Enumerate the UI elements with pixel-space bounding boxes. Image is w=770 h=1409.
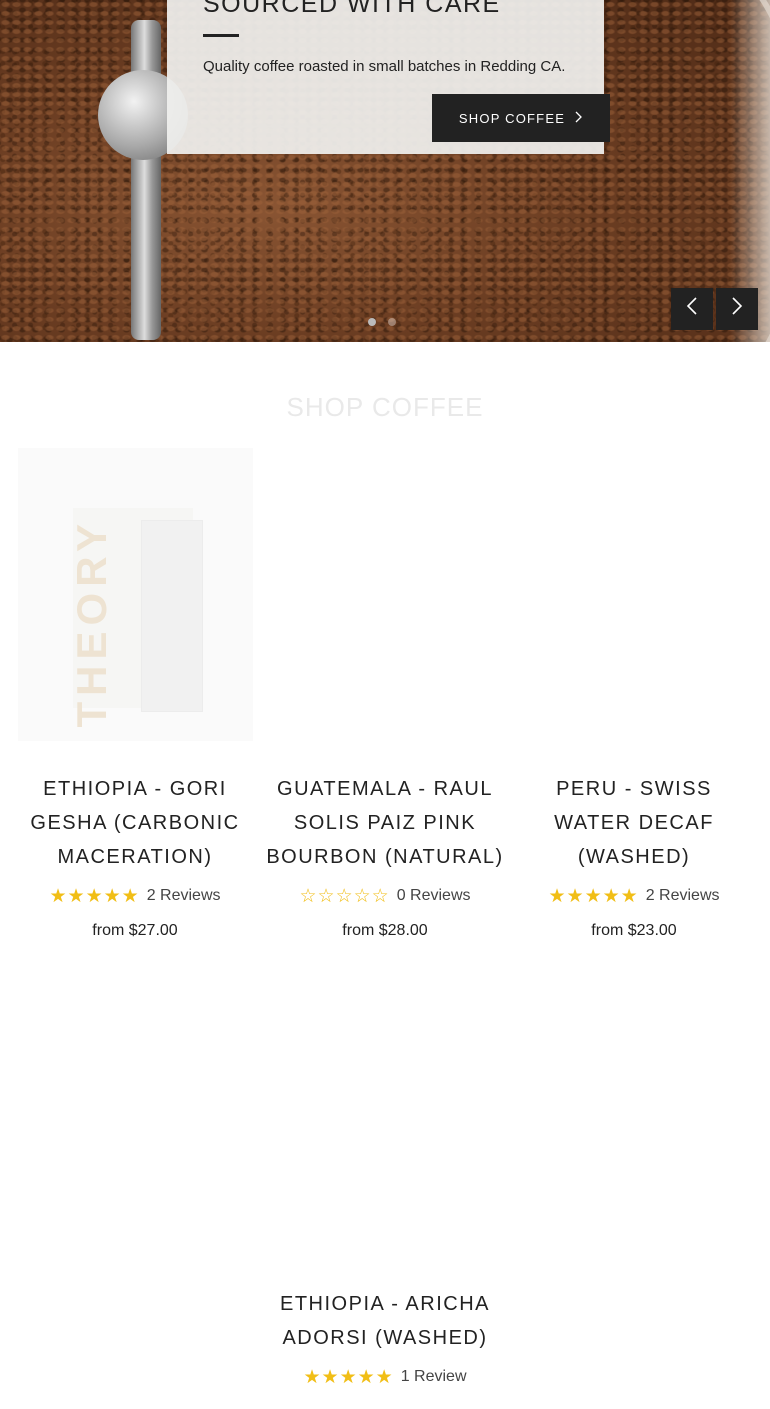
review-count[interactable]: 2 Reviews	[646, 887, 720, 905]
shop-coffee-button[interactable]: SHOP COFFEE	[432, 94, 610, 142]
star-icon: ★	[321, 1366, 339, 1388]
star-outline-icon: ☆	[317, 885, 335, 907]
star-icon: ★	[121, 885, 139, 907]
product-rating: ☆ ☆ ☆ ☆ ☆ 0 Reviews	[265, 880, 505, 912]
star-rating: ★ ★ ★ ★ ★	[49, 887, 138, 906]
product-card: ETHIOPIA - ARICHA ADORSI (WASHED) ★ ★ ★ …	[265, 1287, 505, 1393]
star-icon: ★	[103, 885, 121, 907]
hero-subtitle: Quality coffee roasted in small batches …	[203, 58, 566, 75]
bag-label	[141, 520, 203, 712]
star-outline-icon: ☆	[353, 885, 371, 907]
star-icon: ★	[566, 885, 584, 907]
star-icon: ★	[548, 885, 566, 907]
star-icon: ★	[85, 885, 103, 907]
product-rating: ★ ★ ★ ★ ★ 1 Review	[265, 1361, 505, 1393]
product-card: PERU - SWISS WATER DECAF (WASHED) ★ ★ ★ …	[514, 772, 754, 940]
slide-dot-2[interactable]	[388, 318, 396, 326]
slide-dot-1[interactable]	[368, 318, 376, 326]
hero-title: SOURCED WITH CARE	[203, 0, 501, 18]
product-rating: ★ ★ ★ ★ ★ 2 Reviews	[15, 880, 255, 912]
product-price: from $23.00	[591, 922, 677, 939]
star-rating: ★ ★ ★ ★ ★	[303, 1368, 392, 1387]
star-icon: ★	[620, 885, 638, 907]
product-title[interactable]: GUATEMALA - RAUL SOLIS PAIZ PINK BOURBON…	[265, 772, 505, 874]
product-title[interactable]: ETHIOPIA - GORI GESHA (CARBONIC MACERATI…	[15, 772, 255, 874]
star-icon: ★	[49, 885, 67, 907]
chevron-left-icon	[686, 297, 698, 321]
chevron-right-icon	[575, 110, 583, 126]
star-outline-icon: ☆	[335, 885, 353, 907]
star-outline-icon: ☆	[299, 885, 317, 907]
product-price: from $27.00	[92, 922, 178, 939]
product-rating: ★ ★ ★ ★ ★ 2 Reviews	[514, 880, 754, 912]
product-image-1[interactable]: THEORY	[18, 448, 253, 741]
star-icon: ★	[303, 1366, 321, 1388]
product-title[interactable]: ETHIOPIA - ARICHA ADORSI (WASHED)	[265, 1287, 505, 1355]
review-count[interactable]: 2 Reviews	[147, 887, 221, 905]
slide-prev-button[interactable]	[671, 288, 713, 330]
section-title: SHOP COFFEE	[286, 392, 484, 422]
shop-coffee-button-label: SHOP COFFEE	[458, 110, 566, 126]
star-icon: ★	[339, 1366, 357, 1388]
hero-divider	[203, 34, 239, 37]
bag-brand-text: THEORY	[68, 518, 115, 728]
hero-slideshow: SOURCED WITH CARE Quality coffee roasted…	[0, 0, 770, 342]
chevron-right-icon	[731, 297, 743, 321]
star-icon: ★	[357, 1366, 375, 1388]
roaster-stirrer	[131, 20, 161, 340]
star-icon: ★	[584, 885, 602, 907]
slide-indicators	[368, 318, 396, 326]
star-icon: ★	[67, 885, 85, 907]
product-card: ETHIOPIA - GORI GESHA (CARBONIC MACERATI…	[15, 772, 255, 940]
review-count[interactable]: 1 Review	[401, 1368, 467, 1386]
star-outline-icon: ☆	[371, 885, 389, 907]
slide-next-button[interactable]	[716, 288, 758, 330]
star-icon: ★	[602, 885, 620, 907]
product-price: from $28.00	[342, 922, 428, 939]
review-count[interactable]: 0 Reviews	[397, 887, 471, 905]
product-card: GUATEMALA - RAUL SOLIS PAIZ PINK BOURBON…	[265, 772, 505, 940]
star-rating: ★ ★ ★ ★ ★	[548, 887, 637, 906]
star-rating: ☆ ☆ ☆ ☆ ☆	[299, 887, 388, 906]
star-icon: ★	[375, 1366, 393, 1388]
product-title[interactable]: PERU - SWISS WATER DECAF (WASHED)	[514, 772, 754, 874]
